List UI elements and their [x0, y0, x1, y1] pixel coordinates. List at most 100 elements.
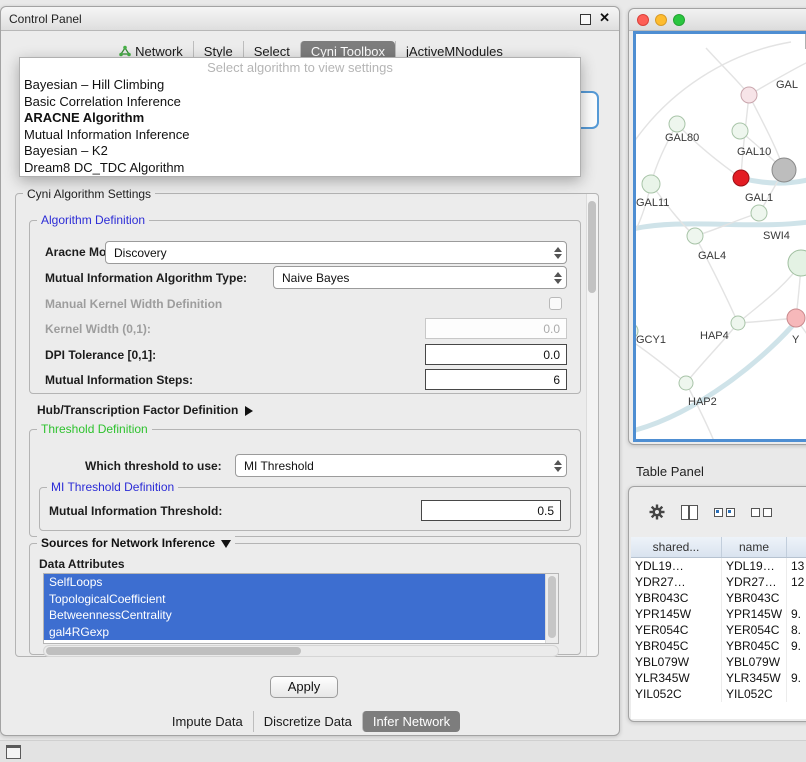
tab-impute-data[interactable]: Impute Data	[162, 711, 253, 732]
list-hscrollbar-track[interactable]	[43, 645, 559, 657]
hub-section-toggle[interactable]: Hub/Transcription Factor Definition	[37, 403, 253, 417]
close-panel-icon[interactable]: ✕	[599, 10, 610, 26]
zoom-window-icon[interactable]	[673, 14, 685, 26]
network-node-label: GAL10	[737, 146, 771, 158]
column-header-extra[interactable]	[787, 537, 806, 558]
table-cell[interactable]: YBR045C	[722, 638, 787, 654]
table-cell[interactable]: YBR045C	[631, 638, 722, 654]
table-cell[interactable]: 9.	[787, 670, 806, 686]
columns-icon[interactable]	[681, 505, 698, 520]
network-node[interactable]	[733, 170, 749, 186]
table-row[interactable]: YIL052CYIL052C	[631, 686, 806, 702]
table-cell[interactable]: YIL052C	[722, 686, 787, 702]
table-cell[interactable]: YDR27…	[631, 574, 722, 590]
network-node[interactable]	[642, 175, 660, 193]
apply-button[interactable]: Apply	[270, 676, 338, 698]
select-all-icon[interactable]	[714, 508, 735, 517]
tab-discretize-data[interactable]: Discretize Data	[253, 711, 362, 732]
table-row[interactable]: YLR345WYLR345W9.	[631, 670, 806, 686]
table-cell[interactable]: YDL19…	[722, 558, 787, 575]
close-window-icon[interactable]	[637, 14, 649, 26]
network-window-titlebar[interactable]	[629, 9, 806, 31]
gear-icon[interactable]	[649, 504, 665, 520]
table-cell[interactable]: YER054C	[631, 622, 722, 638]
data-attribute-item[interactable]: TopologicalCoefficient	[44, 591, 545, 608]
table-cell[interactable]	[787, 654, 806, 670]
table-cell[interactable]: 8.	[787, 622, 806, 638]
list-scrollbar-thumb[interactable]	[548, 576, 556, 638]
network-node[interactable]	[732, 123, 748, 139]
table-row[interactable]: YDL19…YDL19…13	[631, 558, 806, 575]
table-cell[interactable]: YBR043C	[722, 590, 787, 606]
algorithm-option[interactable]: Bayesian – K2	[20, 143, 580, 160]
table-body: YDL19…YDL19…13YDR27…YDR27…12YBR043CYBR04…	[631, 558, 806, 703]
kernel-width-field[interactable]: 0.0	[425, 318, 567, 339]
table-cell[interactable]: YIL052C	[631, 686, 722, 702]
column-header-name[interactable]: name	[722, 537, 787, 558]
table-cell[interactable]: 13	[787, 558, 806, 575]
table-row[interactable]: YBR043CYBR043C	[631, 590, 806, 606]
table-cell[interactable]: YBL079W	[631, 654, 722, 670]
table-cell[interactable]: YPR145W	[722, 606, 787, 622]
network-edge	[636, 42, 791, 154]
sources-group-title[interactable]: Sources for Network Inference	[37, 536, 235, 550]
table-cell[interactable]	[787, 590, 806, 606]
aracne-mode-select[interactable]: Discovery	[105, 241, 567, 264]
table-cell[interactable]: YBL079W	[722, 654, 787, 670]
table-row[interactable]: YBR045CYBR045C9.	[631, 638, 806, 654]
float-panel-icon[interactable]	[580, 14, 591, 25]
network-canvas[interactable]: GALGAL80GAL10GAL11GAL1SWI4GAL4GCY1HAP4YH…	[633, 31, 806, 442]
minimize-window-icon[interactable]	[655, 14, 667, 26]
algorithm-option[interactable]: ARACNE Algorithm	[20, 110, 580, 127]
table-row[interactable]: YBL079WYBL079W	[631, 654, 806, 670]
network-node[interactable]	[787, 309, 805, 327]
network-node[interactable]	[772, 158, 796, 182]
network-node[interactable]	[687, 228, 703, 244]
table-cell[interactable]: YPR145W	[631, 606, 722, 622]
table-toolbar	[629, 495, 806, 529]
table-cell[interactable]: YDR27…	[722, 574, 787, 590]
mi-steps-field[interactable]: 6	[425, 369, 567, 390]
table-cell[interactable]: YDL19…	[631, 558, 722, 575]
table-cell[interactable]: YLR345W	[631, 670, 722, 686]
settings-scrollbar-thumb[interactable]	[588, 201, 596, 293]
algorithm-option[interactable]: Bayesian – Hill Climbing	[20, 77, 580, 94]
data-attribute-item[interactable]: BetweennessCentrality	[44, 607, 545, 624]
network-node[interactable]	[741, 87, 757, 103]
tab-infer-network[interactable]: Infer Network	[362, 711, 460, 732]
network-node[interactable]	[679, 376, 693, 390]
mi-type-label: Mutual Information Algorithm Type:	[45, 271, 247, 285]
algorithm-option[interactable]: Basic Correlation Inference	[20, 94, 580, 111]
table-row[interactable]: YER054CYER054C8.	[631, 622, 806, 638]
list-hscrollbar-thumb[interactable]	[46, 647, 301, 655]
table-cell[interactable]: YER054C	[722, 622, 787, 638]
dpi-tolerance-field[interactable]: 0.0	[425, 344, 567, 365]
list-scrollbar-track[interactable]	[545, 574, 558, 643]
mi-type-select[interactable]: Naive Bayes	[273, 266, 567, 289]
mi-threshold-field[interactable]: 0.5	[421, 500, 561, 521]
deselect-all-icon[interactable]	[751, 508, 772, 517]
network-node-label: GAL	[776, 79, 798, 91]
table-cell[interactable]: 9.	[787, 638, 806, 654]
data-attribute-item[interactable]: SelfLoops	[44, 574, 545, 591]
which-threshold-select[interactable]: MI Threshold	[235, 454, 567, 477]
table-cell[interactable]	[787, 686, 806, 702]
control-panel-titlebar[interactable]: Control Panel ✕	[1, 7, 619, 31]
network-node[interactable]	[669, 116, 685, 132]
table-cell[interactable]: YBR043C	[631, 590, 722, 606]
table-row[interactable]: YPR145WYPR145W9.	[631, 606, 806, 622]
column-header-shared-name[interactable]: shared...	[631, 537, 722, 558]
table-cell[interactable]: YLR345W	[722, 670, 787, 686]
data-attribute-item[interactable]: gal4RGexp	[44, 624, 545, 641]
table-cell[interactable]: 9.	[787, 606, 806, 622]
manual-kernel-checkbox[interactable]	[549, 297, 562, 310]
algorithm-option[interactable]: Dream8 DC_TDC Algorithm	[20, 160, 580, 177]
network-node[interactable]	[751, 205, 767, 221]
restore-panel-icon[interactable]	[6, 745, 21, 759]
table-cell[interactable]: 12	[787, 574, 806, 590]
table-row[interactable]: YDR27…YDR27…12	[631, 574, 806, 590]
network-node[interactable]	[731, 316, 745, 330]
network-node[interactable]	[788, 250, 806, 276]
algorithm-option[interactable]: Mutual Information Inference	[20, 127, 580, 144]
table-panel-title: Table Panel	[636, 464, 704, 479]
